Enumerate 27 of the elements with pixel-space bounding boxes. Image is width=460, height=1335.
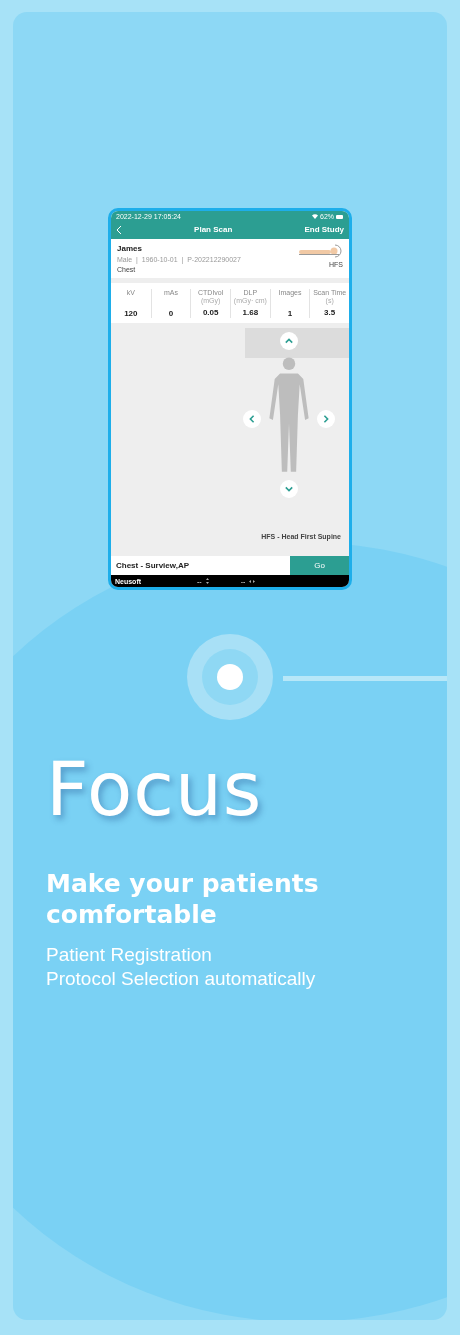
stat-value: 0 [168,309,174,318]
stat-value: 1.68 [242,308,259,317]
battery-icon [336,214,344,219]
chevron-right-icon [322,415,330,423]
chevron-down-icon [285,485,293,493]
move-down-button[interactable] [280,480,298,498]
chevron-up-icon [285,337,293,345]
feature-text: Protocol Selection automatically [46,967,317,992]
screen-title: Plan Scan [194,225,233,234]
lying-patient-icon [299,244,343,258]
horizontal-arrows-icon [249,579,256,583]
move-right-button[interactable] [317,410,335,428]
stat-value: 1 [287,309,293,318]
stat-value: 3.5 [324,308,336,317]
feature-text: Patient Registration [46,942,213,967]
back-icon[interactable] [116,225,122,234]
stat-value: 120 [124,309,138,318]
end-study-button[interactable]: End Study [304,225,344,234]
patient-name: James [117,244,143,253]
wifi-icon [312,214,318,219]
go-button[interactable]: Go [290,556,349,575]
chevron-left-icon [248,415,256,423]
section-title: Focus [46,746,264,832]
vertical-arrows-icon [205,578,209,584]
stat-value: 0.05 [202,308,219,317]
move-left-button[interactable] [243,410,261,428]
section-heading: Make your patients comfortable [46,868,320,931]
